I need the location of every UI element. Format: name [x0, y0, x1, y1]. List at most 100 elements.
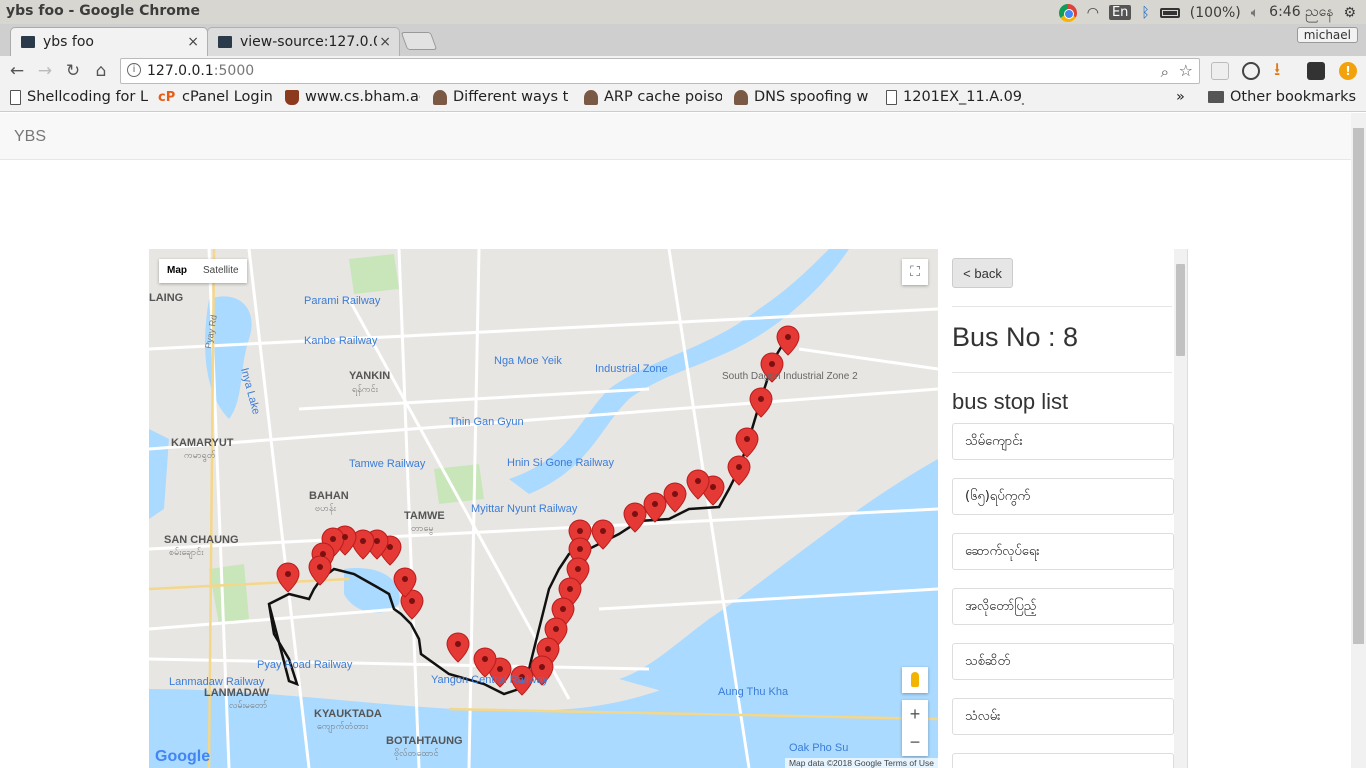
tab-strip: ybs foo × view-source:127.0.0 × michael	[0, 24, 1366, 56]
map-label: Parami Railway	[304, 295, 381, 307]
zoom-icon[interactable]: ⌕	[1161, 60, 1169, 84]
street-view-pegman-icon[interactable]	[902, 667, 928, 693]
fullscreen-button[interactable]: ⛶	[902, 259, 928, 285]
os-top-bar: ybs foo - Google Chrome ◠ En ᛒ (100%) 🔈︎…	[0, 0, 1366, 24]
map-type-map-button[interactable]: Map	[159, 259, 195, 283]
brand-link[interactable]: YBS	[14, 128, 46, 146]
panel-scrollbar-thumb[interactable]	[1176, 264, 1185, 356]
tab-ybs-foo[interactable]: ybs foo ×	[10, 27, 208, 56]
url-host: 127.0.0.1	[147, 63, 214, 79]
google-logo[interactable]: Google	[155, 748, 210, 766]
bookmark-star-icon[interactable]: ☆	[1179, 59, 1193, 83]
map-label: KAMARYUT	[171, 437, 234, 449]
extension-eye-icon[interactable]	[1242, 62, 1260, 80]
marker-dot	[769, 361, 775, 367]
power-icon[interactable]: ⚙︎	[1343, 5, 1356, 21]
volume-icon[interactable]: 🔈︎	[1251, 5, 1259, 21]
keyboard-layout-indicator[interactable]: En	[1108, 5, 1132, 20]
map-label: ဗဟန်း	[315, 503, 337, 515]
bus-stop-item[interactable]: သိမ်ကျောင်း	[952, 423, 1174, 460]
bookmark-label: Shellcoding for L	[27, 89, 149, 105]
bookmark-arp-cache[interactable]: ARP cache poiso	[584, 89, 722, 105]
navbar: YBS	[0, 113, 1351, 160]
wifi-icon[interactable]: ◠	[1087, 5, 1099, 21]
new-tab-button[interactable]	[400, 32, 438, 50]
bookmark-dns-spoofing[interactable]: DNS spoofing w	[734, 89, 872, 105]
cpanel-icon: cP	[158, 89, 176, 105]
map-label: Industrial Zone	[595, 363, 668, 375]
marker-dot	[652, 501, 658, 507]
map-marker	[735, 427, 759, 458]
page-scrollbar-thumb[interactable]	[1353, 128, 1364, 644]
map-label: Pyay Road Railway	[257, 659, 353, 671]
profile-button[interactable]: michael	[1296, 27, 1358, 43]
chrome-alert-icon[interactable]: !	[1339, 62, 1357, 80]
marker-dot	[632, 511, 638, 517]
info-icon[interactable]: i	[127, 63, 141, 77]
bus-stop-item[interactable]	[952, 753, 1174, 768]
zoom-in-button[interactable]: +	[902, 700, 928, 728]
battery-percent[interactable]: (100%)	[1190, 5, 1241, 21]
close-icon[interactable]: ×	[377, 34, 391, 50]
route-map[interactable]: Parami Railway Kanbe Railway YANKIN ရန်က…	[149, 249, 938, 768]
bus-stop-item[interactable]: သစ်ဆိတ်	[952, 643, 1174, 680]
map-water	[149, 429, 169, 519]
chrome-icon[interactable]	[1058, 3, 1077, 22]
other-bookmarks[interactable]: Other bookmarks	[1208, 89, 1356, 105]
bookmark-shellcoding[interactable]: Shellcoding for L	[10, 89, 150, 105]
bookmark-1201ex[interactable]: 1201EX_11.A.09_	[886, 89, 1024, 105]
marker-dot	[374, 538, 380, 544]
tab-view-source[interactable]: view-source:127.0.0 ×	[207, 27, 400, 56]
zoom-control: + −	[902, 700, 928, 756]
map-type-satellite-button[interactable]: Satellite	[195, 259, 247, 283]
back-arrow-icon[interactable]: ←	[6, 60, 28, 82]
map-label: ရန်ကင်း	[352, 384, 379, 396]
bookmark-cpanel[interactable]: cP cPanel Login	[158, 89, 276, 105]
bookmark-different-ways[interactable]: Different ways t	[433, 89, 571, 105]
page-content: YBS Parami Railway Kanbe Railway YANKIN …	[0, 113, 1351, 768]
map-marker	[446, 632, 470, 663]
map-label: LANMADAW	[204, 687, 270, 699]
bus-panel: < back Bus No : 8 bus stop list သိမ်ကျော…	[938, 249, 1188, 768]
map-label: Inya Lake	[238, 367, 262, 416]
bookmark-label: Different ways t	[453, 89, 569, 105]
bus-stop-item[interactable]: သံလမ်း	[952, 698, 1174, 735]
close-icon[interactable]: ×	[187, 34, 199, 50]
map-park	[349, 254, 399, 294]
divider	[952, 306, 1172, 307]
back-button[interactable]: < back	[952, 258, 1013, 288]
forward-arrow-icon[interactable]: →	[34, 60, 56, 82]
divider	[952, 372, 1172, 373]
extension-page-icon[interactable]	[1211, 62, 1229, 80]
map-label: Oak Pho Su	[789, 742, 848, 754]
home-icon[interactable]: ⌂	[90, 60, 112, 82]
bookmark-cs-bham[interactable]: www.cs.bham.ac	[285, 89, 420, 105]
person-icon	[734, 89, 748, 105]
bluetooth-icon[interactable]: ᛒ	[1141, 5, 1149, 21]
map-label: BAHAN	[309, 490, 349, 502]
bus-stop-item[interactable]: ဆောက်လုပ်ရေး	[952, 533, 1174, 570]
marker-dot	[575, 566, 581, 572]
bus-stop-item[interactable]: (၆၅)ရပ်ကွက်	[952, 478, 1174, 515]
map-marker	[749, 387, 773, 418]
map-label: YANKIN	[349, 370, 390, 382]
browser-toolbar: ← → ↻ ⌂ i 127.0.0.1:5000 ⌕ ☆ ⭳ !	[0, 56, 1366, 86]
map-label: Kanbe Railway	[304, 335, 378, 347]
reload-icon[interactable]: ↻	[62, 60, 84, 82]
map-label: Thin Gan Gyun	[449, 416, 524, 428]
bookmark-label: www.cs.bham.ac	[305, 89, 420, 105]
bus-stop-item[interactable]: အလိုတော်ပြည့်	[952, 588, 1174, 625]
map-attribution[interactable]: Map data ©2018 Google Terms of Use	[784, 758, 938, 768]
download-icon[interactable]: ⭳	[1274, 61, 1292, 79]
address-bar[interactable]: i 127.0.0.1:5000 ⌕ ☆	[120, 58, 1200, 84]
extension-pocket-icon[interactable]	[1307, 62, 1325, 80]
marker-dot	[710, 484, 716, 490]
map-canvas[interactable]: Parami Railway Kanbe Railway YANKIN ရန်က…	[149, 249, 938, 768]
bookmarks-overflow-chevron[interactable]: »	[1176, 89, 1185, 105]
page-icon	[886, 89, 897, 105]
bookmark-label: DNS spoofing w	[754, 89, 869, 105]
marker-dot	[539, 664, 545, 670]
clock[interactable]: 6:46 ညနေ	[1269, 2, 1333, 23]
zoom-out-button[interactable]: −	[902, 728, 928, 756]
battery-icon[interactable]	[1159, 7, 1180, 18]
